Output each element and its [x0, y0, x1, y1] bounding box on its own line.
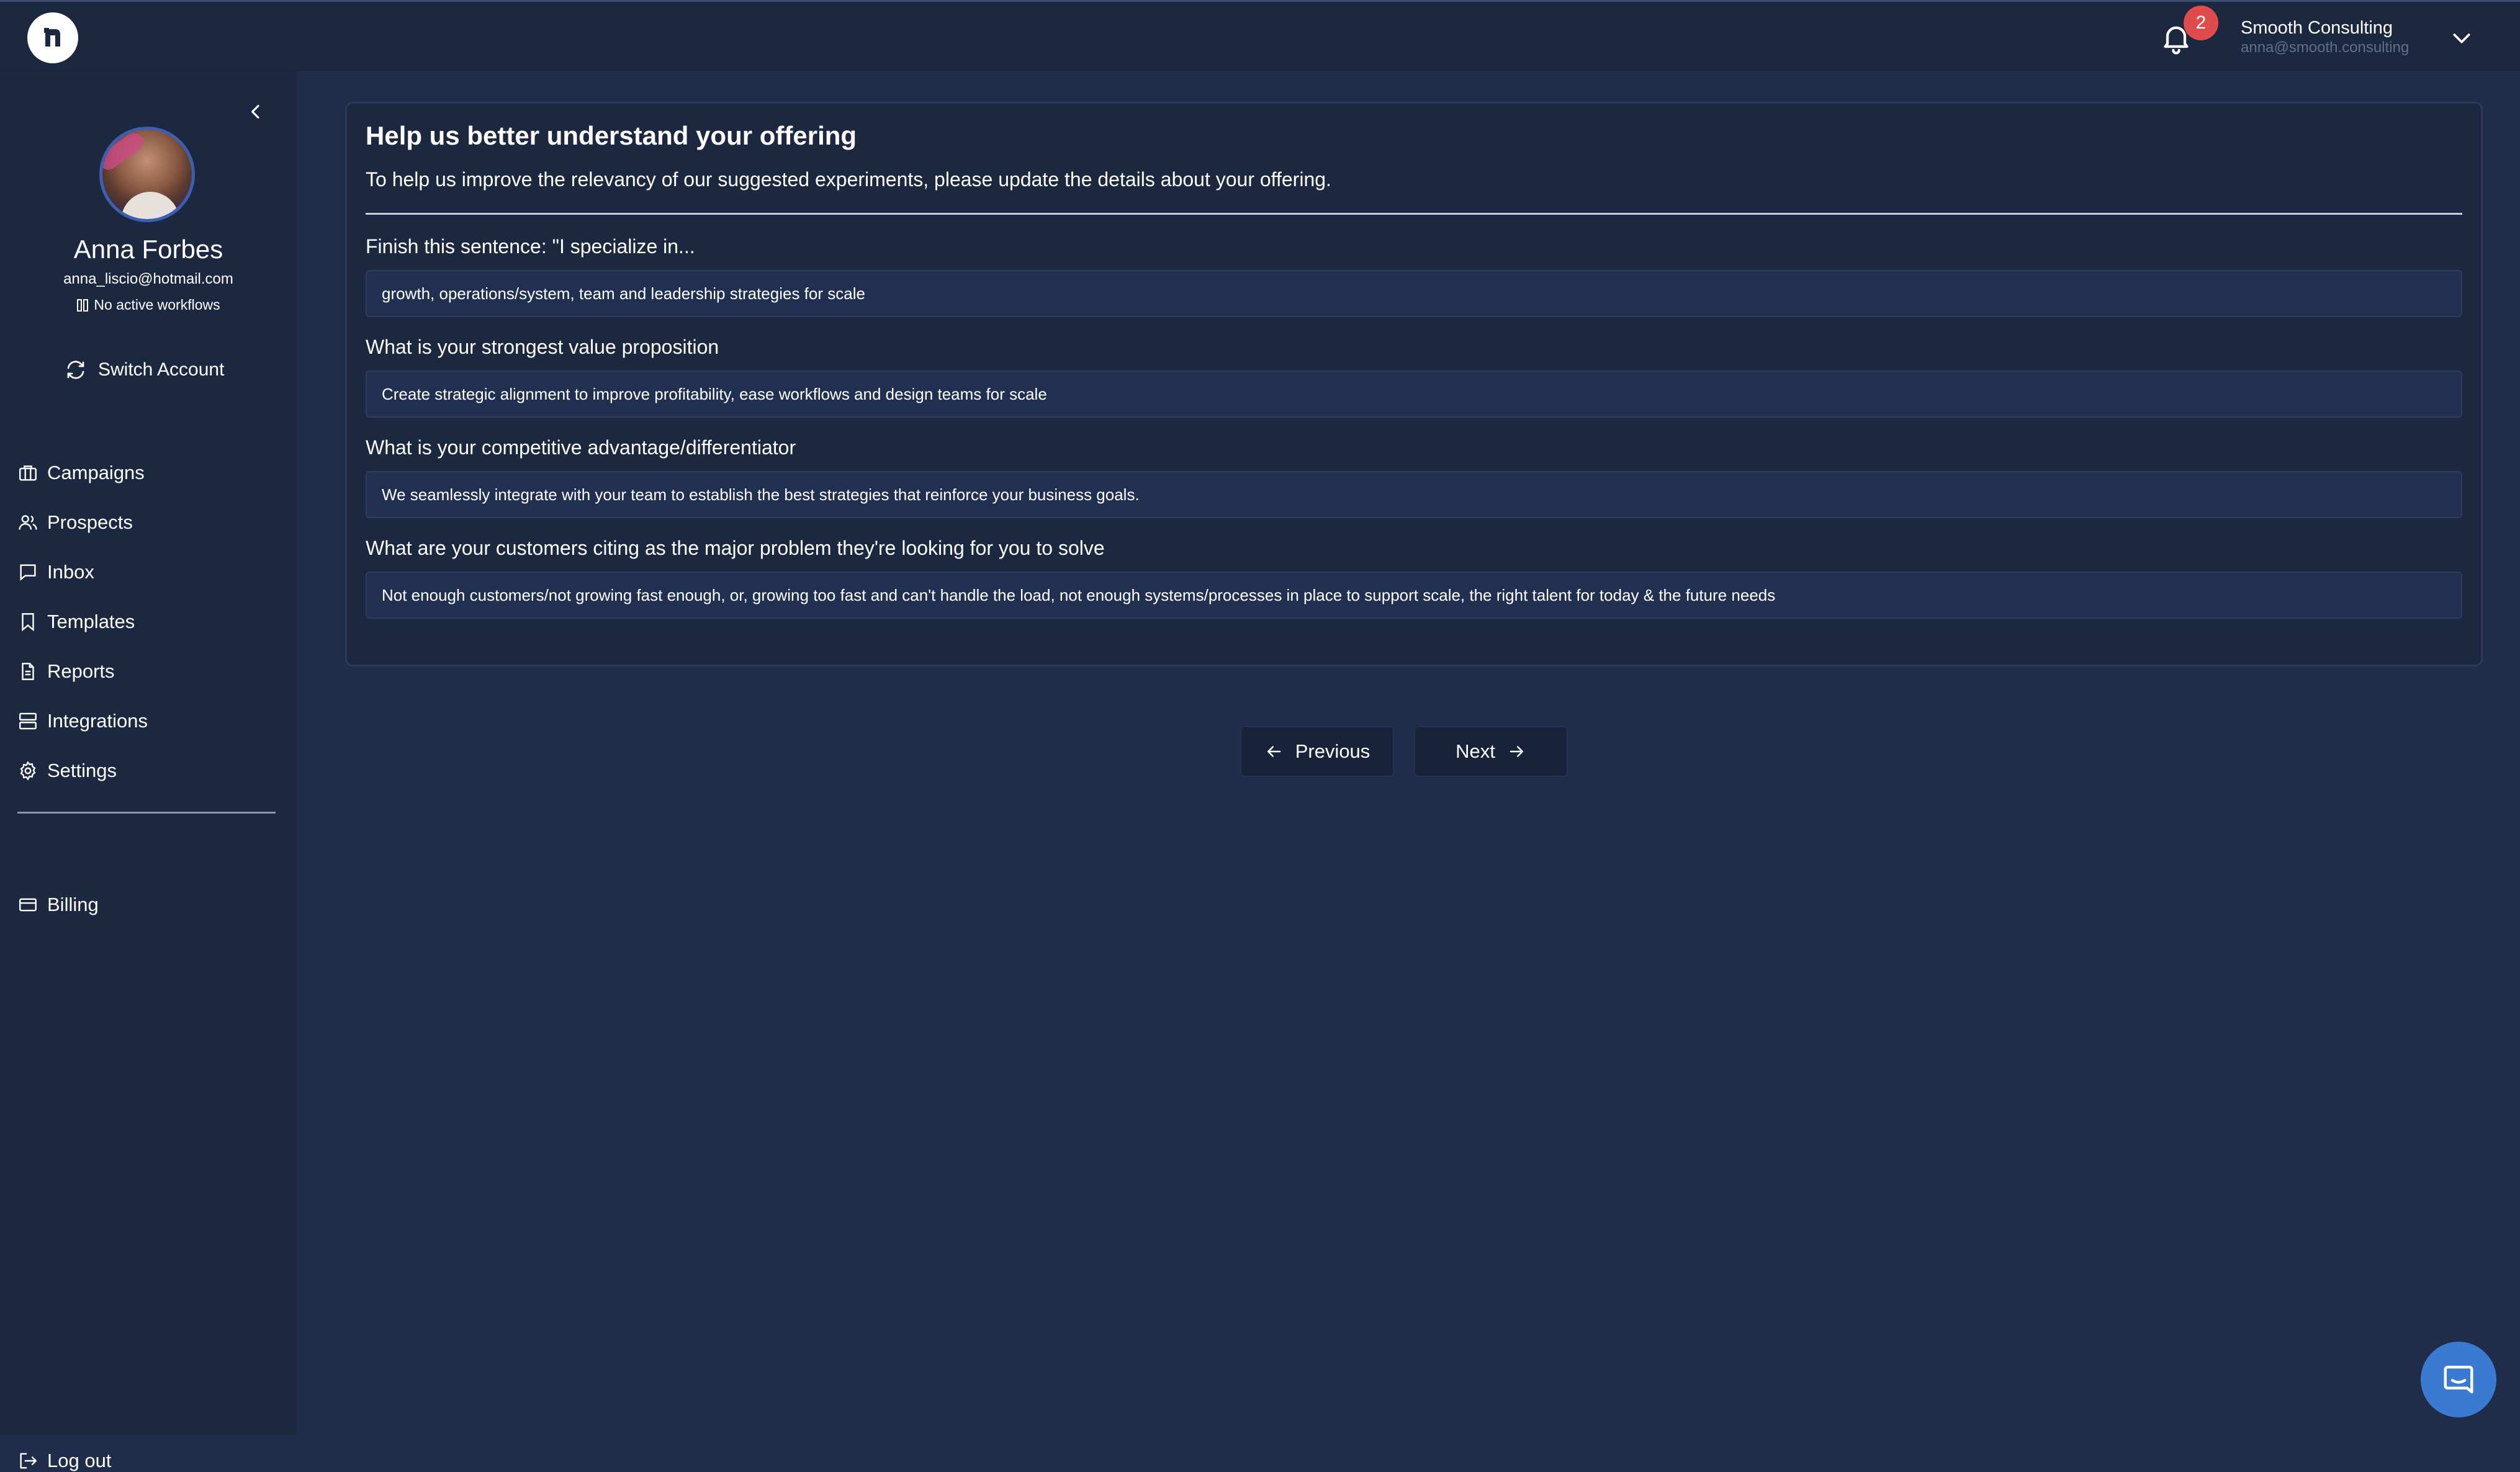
notification-badge: 2	[2184, 6, 2218, 40]
page-subtitle: To help us improve the relevancy of our …	[366, 168, 1331, 191]
switch-icon	[67, 361, 84, 379]
customer-problem-label: What are your customers citing as the ma…	[366, 537, 1105, 559]
top-bar: 2 Smooth Consulting anna@smooth.consulti…	[0, 0, 2520, 71]
sidebar-item-label: Billing	[47, 894, 99, 915]
chat-launcher-button[interactable]	[2421, 1342, 2496, 1417]
offering-form-card: Help us better understand your offering …	[345, 102, 2483, 666]
profile-name: Anna Forbes	[73, 235, 223, 264]
server-icon	[19, 712, 37, 730]
collapse-sidebar-icon[interactable]	[246, 102, 266, 122]
sidebar-item-label: Inbox	[47, 561, 94, 583]
differentiator-input[interactable]	[366, 471, 2462, 518]
sidebar-item-reports[interactable]: Reports	[17, 647, 148, 696]
sidebar-item-label: Integrations	[47, 710, 148, 732]
value-proposition-label: What is your strongest value proposition	[366, 336, 719, 358]
sidebar-item-label: Campaigns	[47, 462, 145, 483]
sidebar-item-templates[interactable]: Templates	[17, 597, 148, 647]
sidebar-nav: Campaigns Prospects Inbox Templates Repo…	[17, 448, 148, 796]
workflow-status: No active workflows	[0, 297, 297, 313]
sidebar-item-label: Prospects	[47, 511, 133, 533]
specialize-label: Finish this sentence: "I specialize in..…	[366, 235, 695, 258]
logo-icon	[44, 28, 60, 47]
account-email: anna@smooth.consulting	[2241, 39, 2410, 56]
workflow-status-text: No active workflows	[94, 297, 220, 313]
app-logo[interactable]	[27, 12, 78, 63]
switch-account-button[interactable]: Switch Account	[65, 359, 224, 381]
card-divider	[366, 213, 2462, 215]
specialize-input[interactable]	[366, 270, 2462, 317]
sidebar-item-campaigns[interactable]: Campaigns	[17, 448, 148, 498]
briefcase-icon	[19, 465, 37, 481]
next-button[interactable]: Next	[1414, 726, 1568, 777]
gear-icon	[20, 761, 36, 781]
previous-button[interactable]: Previous	[1240, 726, 1394, 777]
arrow-right-icon	[1510, 746, 1523, 757]
users-icon	[19, 515, 37, 530]
next-label: Next	[1456, 740, 1495, 762]
arrow-left-icon	[1267, 746, 1280, 757]
customer-problem-input[interactable]	[366, 572, 2462, 619]
profile-email: anna_liscio@hotmail.com	[63, 271, 233, 287]
avatar	[99, 127, 195, 222]
document-icon	[22, 663, 34, 680]
message-icon	[20, 564, 36, 581]
sidebar-item-billing[interactable]: Billing	[17, 894, 99, 916]
previous-label: Previous	[1295, 740, 1370, 762]
switch-account-label: Switch Account	[98, 359, 225, 380]
chevron-down-icon[interactable]	[2449, 25, 2474, 50]
credit-card-icon	[19, 898, 37, 912]
value-proposition-input[interactable]	[366, 370, 2462, 418]
differentiator-label: What is your competitive advantage/diffe…	[366, 436, 796, 459]
account-name[interactable]: Smooth Consulting	[2241, 18, 2393, 38]
sidebar-item-label: Reports	[47, 660, 115, 682]
sidebar-item-integrations[interactable]: Integrations	[17, 696, 148, 746]
page-title: Help us better understand your offering	[366, 121, 857, 150]
logout-label: Log out	[47, 1450, 112, 1471]
logout-icon	[20, 1453, 37, 1469]
chat-icon	[2444, 1365, 2473, 1394]
sidebar-item-settings[interactable]: Settings	[17, 746, 148, 796]
logout-button[interactable]: Log out	[17, 1450, 111, 1472]
sidebar: Anna Forbes anna_liscio@hotmail.com No a…	[0, 71, 297, 1471]
bookmark-icon	[22, 613, 34, 632]
sidebar-item-inbox[interactable]: Inbox	[17, 547, 148, 597]
sidebar-divider	[17, 812, 276, 814]
sidebar-item-label: Templates	[47, 611, 135, 632]
sidebar-item-prospects[interactable]: Prospects	[17, 498, 148, 547]
sidebar-item-label: Settings	[47, 760, 117, 781]
workflow-icon	[77, 298, 89, 312]
